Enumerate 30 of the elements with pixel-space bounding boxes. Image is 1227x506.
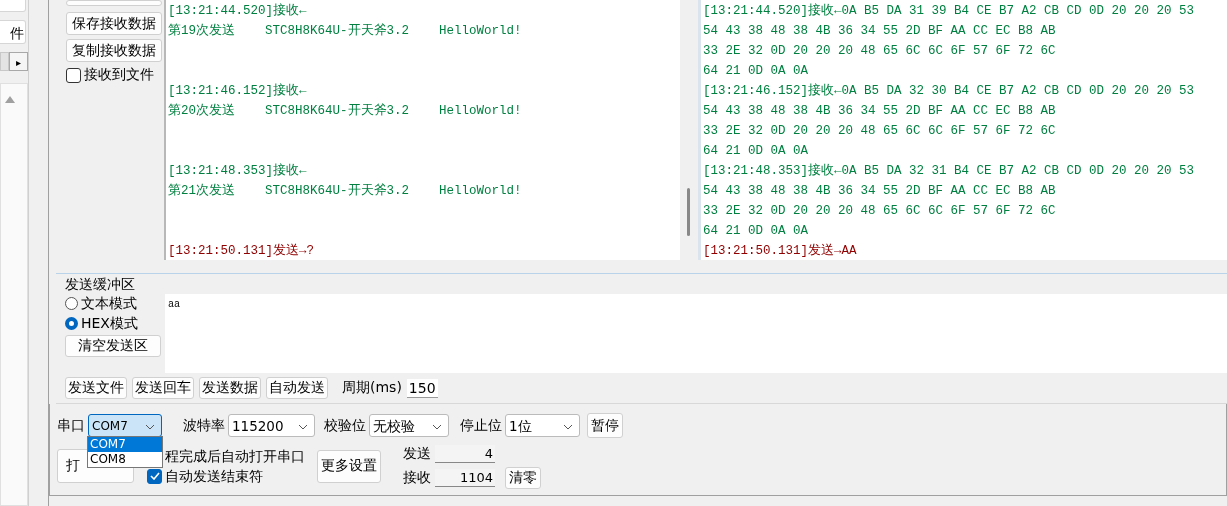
log-line: 64 21 0D 0A 0A [702,143,810,160]
log-line: 54 43 38 48 38 4B 36 34 55 2D BF AA CC EC B8 AB [702,23,1057,40]
counter-value: 1104 [435,469,495,487]
log-line: 第20次发送 STC8H8K64U-开天斧3.2 HelloWorld! [167,102,523,120]
log-line: [13:21:48.353]接收←0A B5 DA 32 31 B4 CE B7 A2 CB CD 0D 20 20 20 53 [702,162,1196,180]
stop-bits-label: 停止位 [460,416,502,435]
log-line: 54 43 38 48 38 4B 36 34 55 2D BF AA CC EC B8 AB [702,183,1057,200]
log-line: 64 21 0D 0A 0A [702,223,810,240]
parity-label: 校验位 [324,416,366,435]
port-label: 串口 [57,416,85,435]
log-line: 第19次发送 STC8H8K64U-开天斧3.2 HelloWorld! [167,22,523,40]
counter-value: 4 [435,445,495,463]
log-line: [13:21:46.152]接收←0A B5 DA 32 30 B4 CE B7 A2 CB CD 0D 20 20 20 53 [702,82,1196,100]
log-line: [13:21:46.152]接收← [167,82,308,100]
log-line: [13:21:50.131]发送→? [167,242,316,260]
log-line: 64 21 0D 0A 0A [702,63,810,80]
counter-label: 接收 [403,469,431,487]
group-title: 发送缓冲区 [65,275,136,293]
log-line: 33 2E 32 0D 20 20 20 48 65 6C 6C 6F 57 6F 72 6C [702,203,1057,220]
log-line: 33 2E 32 0D 20 20 20 48 65 6C 6C 6F 57 6F 72 6C [702,43,1057,60]
log-line: 第21次发送 STC8H8K64U-开天斧3.2 HelloWorld! [167,182,523,200]
baud-label: 波特率 [183,416,225,435]
log-line: [13:21:48.353]接收← [167,162,308,180]
log-line: [13:21:44.520]接收←0A B5 DA 31 39 B4 CE B7 A2 CB CD 0D 20 20 20 53 [702,2,1196,20]
log-line: 54 43 38 48 38 4B 36 34 55 2D BF AA CC EC B8 AB [702,103,1057,120]
log-line: [13:21:44.520]接收← [167,2,308,20]
log-line: [13:21:50.131]发送→AA [702,242,858,260]
period-label: 周期(ms) [342,379,402,397]
counter-label: 发送 [403,445,431,463]
log-line: 33 2E 32 0D 20 20 20 48 65 6C 6C 6F 57 6F 72 6C [702,123,1057,140]
